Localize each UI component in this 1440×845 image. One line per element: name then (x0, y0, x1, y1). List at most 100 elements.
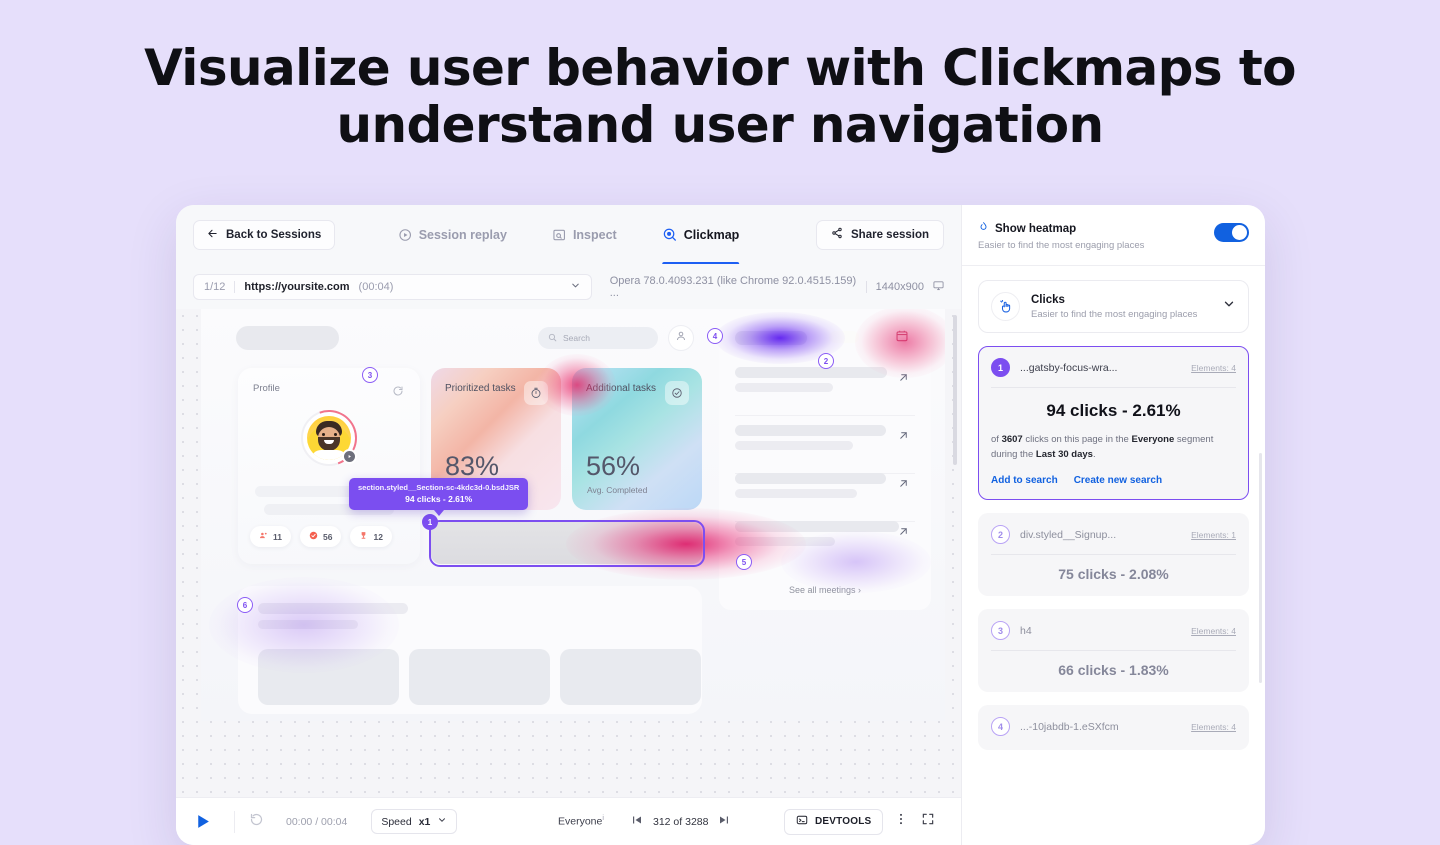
search-icon (548, 333, 557, 344)
show-heatmap-row: Show heatmap Easier to find the most eng… (962, 205, 1265, 266)
page-index: 1/12 (204, 281, 225, 293)
session-pager: 312 of 3288 (631, 814, 730, 829)
tooltip-stats: 94 clicks - 2.61% (358, 494, 519, 504)
element-count-link-2[interactable]: Elements: 1 (1191, 530, 1236, 540)
more-options-button[interactable] (894, 812, 908, 831)
monitor-icon (933, 280, 944, 294)
clickmap-marker-3[interactable]: 3 (362, 367, 378, 383)
clickmap-marker-6[interactable]: 6 (237, 597, 253, 613)
page-time: (00:04) (359, 281, 394, 293)
create-new-search-link[interactable]: Create new search (1074, 475, 1162, 486)
mock-meeting-row (735, 367, 915, 392)
inspect-icon (552, 228, 566, 242)
element-rank-1: 1 (991, 358, 1010, 377)
show-heatmap-title: Show heatmap (995, 223, 1076, 235)
clickmap-marker-2[interactable]: 2 (818, 353, 834, 369)
divider (234, 811, 235, 833)
element-count-link-3[interactable]: Elements: 4 (1191, 626, 1236, 636)
play-button[interactable] (194, 812, 220, 831)
clickmap-marker-1[interactable]: 1 (422, 514, 438, 530)
page-preview: Search Profile (176, 309, 961, 797)
mock-search-input[interactable]: Search (538, 327, 658, 349)
element-selector-1: ...gatsby-focus-wra... (1020, 362, 1117, 374)
element-card-4[interactable]: 4 ...-10jabdb-1.eSXfcm Elements: 4 (978, 705, 1249, 750)
play-circle-icon (398, 228, 412, 242)
mock-meeting-row (735, 521, 915, 546)
add-to-search-link[interactable]: Add to search (991, 475, 1058, 486)
element-stats-3: 66 clicks - 1.83% (991, 662, 1236, 678)
page-url: https://yoursite.com (244, 281, 349, 293)
clickmap-mode-select[interactable]: Clicks Easier to find the most engaging … (978, 280, 1249, 333)
mock-account-button[interactable] (668, 325, 694, 351)
preview-scrollbar-thumb[interactable] (953, 315, 957, 465)
element-card-3[interactable]: 3 h4 Elements: 4 66 clicks - 1.83% (978, 609, 1249, 692)
chevron-down-icon (570, 280, 581, 294)
app-window: Back to Sessions Session replay Inspect (176, 205, 1265, 845)
previous-session-button[interactable] (631, 814, 643, 829)
fullscreen-button[interactable] (921, 812, 935, 831)
mock-meeting-row (735, 425, 915, 450)
mock-profile-label: Profile (253, 383, 280, 394)
element-rank-2: 2 (991, 525, 1010, 544)
clickmap-marker-4[interactable]: 4 (707, 328, 723, 344)
stat-target: 56 (300, 526, 341, 547)
preview-scrollbar[interactable] (953, 309, 957, 797)
page-url-select[interactable]: 1/12 https://yoursite.com (00:04) (193, 274, 592, 300)
hero-section: Visualize user behavior with Clickmaps t… (0, 0, 1440, 154)
mock-see-all-meetings-link[interactable]: See all meetings › (719, 585, 931, 595)
element-rank-3: 3 (991, 621, 1010, 640)
element-rank-4: 4 (991, 717, 1010, 736)
tab-clickmap[interactable]: Clickmap (662, 205, 740, 264)
see-all-meetings-label: See all meetings (789, 585, 856, 595)
avatar-badge-icon (342, 449, 357, 464)
rewind-7-button[interactable] (249, 812, 264, 832)
element-count-link-4[interactable]: Elements: 4 (1191, 722, 1236, 732)
terminal-icon (796, 814, 808, 829)
sidebar-scrollbar-thumb[interactable] (1259, 453, 1262, 683)
divider (735, 415, 915, 416)
desc-period: Last 30 days (1036, 449, 1093, 460)
trophy-icon (359, 531, 368, 542)
element-stats-1: 94 clicks - 2.61% (991, 401, 1236, 421)
people-icon (259, 531, 268, 542)
devtools-button[interactable]: DEVTOOLS (784, 809, 883, 835)
check-circle-icon (665, 381, 689, 405)
show-heatmap-toggle[interactable] (1214, 223, 1249, 242)
element-count-link-1[interactable]: Elements: 4 (1191, 363, 1236, 373)
top-navigation: Back to Sessions Session replay Inspect (176, 205, 961, 264)
arrow-up-right-icon (898, 524, 909, 542)
element-card-2[interactable]: 2 div.styled__Signup... Elements: 1 75 c… (978, 513, 1249, 596)
mock-placeholder-bar (735, 331, 807, 345)
segment-label: Everyone (558, 816, 602, 828)
clickmap-marker-5[interactable]: 5 (736, 554, 752, 570)
chevron-down-icon[interactable] (1222, 297, 1236, 316)
refresh-icon[interactable] (392, 384, 404, 402)
pager-label: 312 of 3288 (653, 816, 708, 828)
speed-select[interactable]: Speed x1 (371, 809, 457, 834)
share-session-button[interactable]: Share session (816, 220, 944, 250)
element-list: 1 ...gatsby-focus-wra... Elements: 4 94 … (962, 333, 1265, 845)
share-session-label: Share session (851, 229, 929, 241)
divider (991, 554, 1236, 555)
mock-profile-card: Profile (238, 368, 420, 564)
segment-indicator[interactable]: Everyonei (558, 815, 604, 828)
back-to-sessions-button[interactable]: Back to Sessions (193, 220, 335, 250)
target-icon (309, 531, 318, 542)
arrow-left-icon (207, 228, 218, 242)
next-session-button[interactable] (718, 814, 730, 829)
mock-website: Search Profile (201, 309, 945, 721)
mock-additional-title: Additional tasks (586, 382, 656, 396)
stat-target-value: 56 (323, 532, 332, 542)
element-card-1[interactable]: 1 ...gatsby-focus-wra... Elements: 4 94 … (978, 346, 1249, 500)
click-cursor-icon (991, 292, 1020, 321)
tab-session-replay[interactable]: Session replay (398, 205, 507, 264)
mock-highlighted-element[interactable] (431, 522, 702, 564)
speed-value: x1 (419, 816, 431, 828)
desc-suffix: . (1093, 449, 1096, 460)
mock-bottom-card (238, 586, 702, 714)
element-stats-2: 75 clicks - 2.08% (991, 566, 1236, 582)
mock-prioritized-title: Prioritized tasks (445, 382, 516, 396)
divider (991, 387, 1236, 388)
show-heatmap-subtitle: Easier to find the most engaging places (978, 240, 1204, 251)
tab-inspect[interactable]: Inspect (552, 205, 617, 264)
